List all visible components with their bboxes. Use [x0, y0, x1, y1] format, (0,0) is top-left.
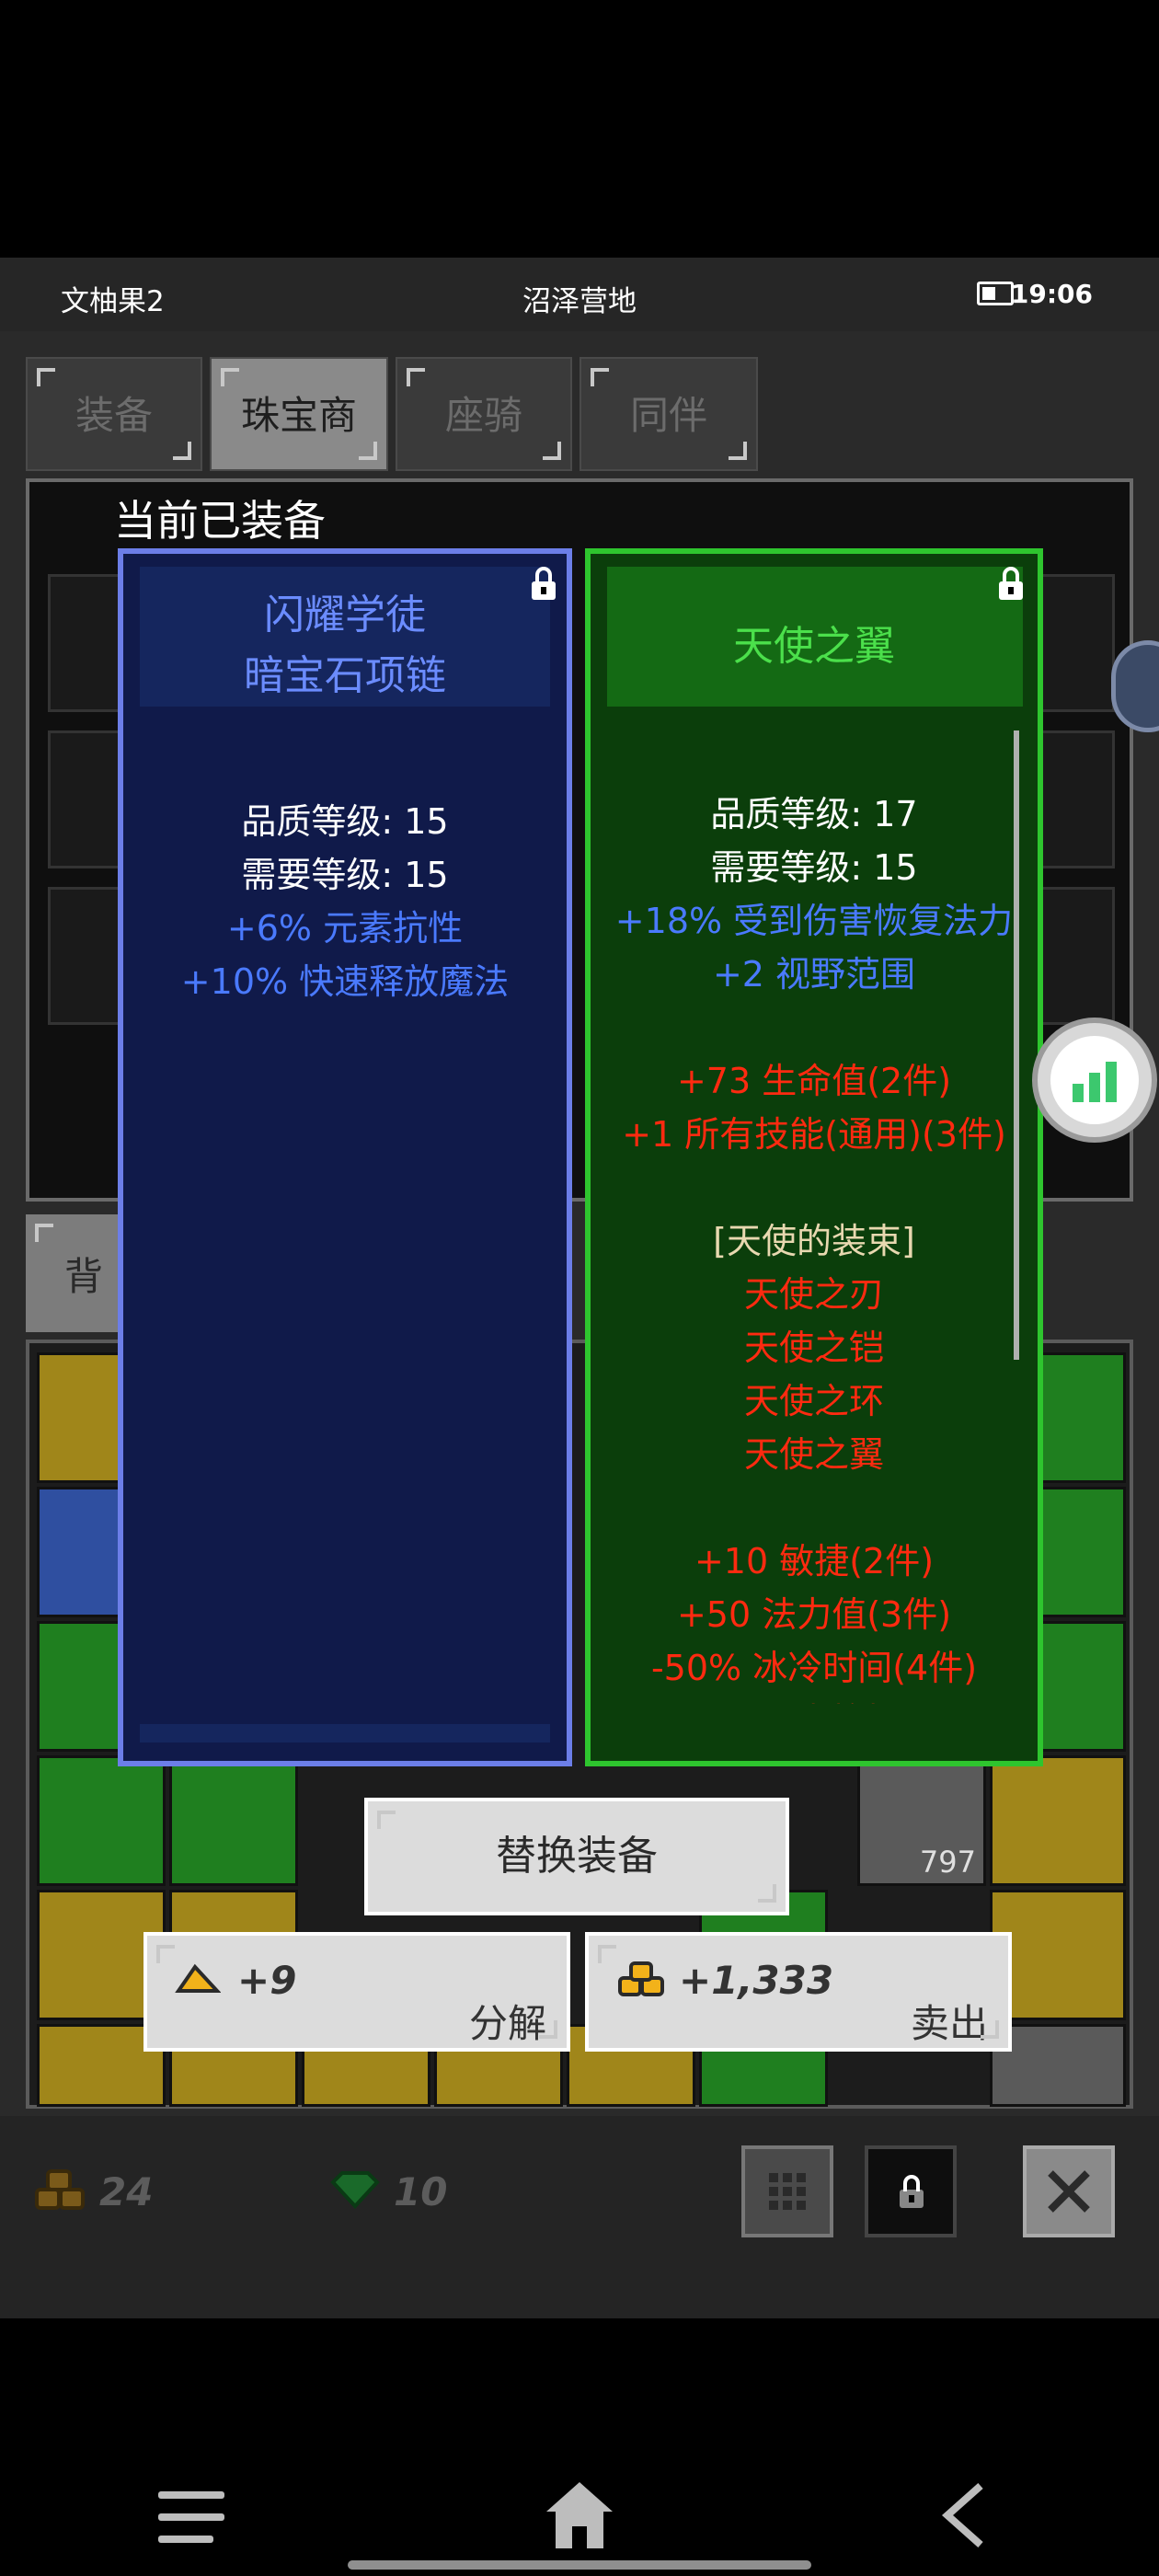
status-time: 19:06 — [1010, 279, 1093, 309]
tab-label: 同伴 — [629, 393, 707, 438]
scrollbar[interactable] — [1014, 730, 1019, 1360]
tab-mount[interactable]: 座骑 — [396, 357, 572, 471]
battery-icon — [977, 282, 1014, 305]
chart-button-inner — [1050, 1036, 1139, 1124]
floating-assistant-button[interactable] — [1111, 640, 1159, 732]
close-icon — [1048, 2170, 1090, 2213]
tab-equipment[interactable]: 装备 — [26, 357, 202, 471]
tab-label: 座骑 — [444, 393, 522, 438]
stat-line: +1 所有技能(通用)(3件) — [622, 1114, 1006, 1155]
gem-count: 10 — [394, 2169, 448, 2214]
dismantle-value: +9 — [237, 1958, 297, 2003]
status-bar: 文柚果2 沼泽营地 19:06 — [0, 258, 1159, 331]
inventory-cell[interactable] — [37, 1755, 166, 1886]
gold-coins-icon — [618, 1961, 664, 1996]
floating-chart-button[interactable] — [1032, 1018, 1157, 1143]
inventory-cell[interactable] — [169, 1755, 298, 1886]
stat-spacer — [591, 1161, 1038, 1214]
tab-companion[interactable]: 同伴 — [580, 357, 758, 471]
home-indicator[interactable] — [348, 2560, 811, 2570]
stat-line: +73 生命值(2件) — [676, 1061, 952, 1101]
stat-line: +6% 元素抗性 — [226, 908, 464, 949]
item-name: 天使之翼 — [733, 623, 895, 670]
stat-spacer — [591, 1481, 1038, 1535]
gold-pile-icon — [175, 1963, 221, 1993]
close-button[interactable] — [1023, 2145, 1115, 2237]
home-icon[interactable] — [543, 2478, 616, 2552]
equipped-item-tooltip: 闪耀学徒 暗宝石项链 品质等级: 15 需要等级: 15 +6% 元素抗性 +1… — [118, 548, 572, 1766]
stack-count: 797 — [919, 1845, 976, 1880]
stat-line: +10 敏捷(2件) — [694, 1541, 935, 1581]
gold-count: 24 — [99, 2169, 154, 2214]
inventory-cell[interactable] — [990, 1755, 1126, 1886]
stat-spacer — [591, 1001, 1038, 1054]
grid-view-button[interactable] — [741, 2145, 833, 2237]
tab-label: 装备 — [75, 393, 153, 438]
item-stats: 品质等级: 15 需要等级: 15 +6% 元素抗性 +10% 快速释放魔法 — [123, 795, 567, 1008]
stat-line: +10% 快速释放魔法 — [180, 961, 510, 1002]
set-piece: 天使之铠 — [743, 1328, 884, 1368]
replace-label: 替换装备 — [496, 1833, 658, 1880]
resource-bar: 24 10 — [0, 2116, 1159, 2318]
sell-value: +1,333 — [679, 1958, 834, 2003]
lock-toggle-button[interactable] — [865, 2145, 957, 2237]
lock-icon — [900, 2175, 924, 2208]
item-name-line1: 闪耀学徒 — [264, 592, 426, 638]
dismantle-label: 分解 — [468, 2001, 546, 2046]
stat-line: 需要等级: 15 — [241, 855, 449, 895]
stat-line: 品质等级: 15 — [241, 801, 449, 842]
stat-line: +2 视野范围 — [712, 954, 916, 995]
stat-line: -50% 冰冷时间(4件) — [650, 1648, 978, 1688]
panel-footer — [140, 1724, 550, 1742]
grid-icon — [769, 2173, 806, 2210]
inventory-tab-label: 背 — [64, 1254, 104, 1299]
set-piece: 天使之刃 — [743, 1274, 884, 1315]
current-equipped-label: 当前已装备 — [114, 496, 326, 546]
chart-icon — [1073, 1062, 1117, 1102]
selected-item-tooltip: 天使之翼 品质等级: 17 需要等级: 15 +18% 受到伤害恢复法力 +2 … — [585, 548, 1043, 1766]
set-piece: 天使之环 — [743, 1381, 884, 1421]
item-stats[interactable]: 品质等级: 17 需要等级: 15 +18% 受到伤害恢复法力 +2 视野范围 … — [591, 788, 1038, 1708]
sell-button[interactable]: +1,333 卖出 — [585, 1932, 1012, 2052]
set-name: [天使的装束] — [713, 1221, 915, 1261]
back-icon[interactable] — [938, 2480, 990, 2550]
gem-icon — [330, 2171, 380, 2209]
stat-line: +50 法力值(3件) — [676, 1594, 952, 1635]
lock-icon[interactable] — [532, 567, 556, 600]
menu-icon[interactable] — [156, 2488, 226, 2547]
dismantle-button[interactable]: +9 分解 — [143, 1932, 570, 2052]
navigation-bar — [0, 2318, 1159, 2576]
lock-icon[interactable] — [999, 567, 1023, 600]
stat-line: +18% 受到伤害恢复法力 — [614, 901, 1014, 941]
inventory-cell[interactable]: 797 — [857, 1755, 986, 1886]
gold-icon — [35, 2169, 85, 2210]
stat-line: 需要等级: 15 — [710, 847, 918, 888]
item-name-line2: 暗宝石项链 — [244, 652, 446, 699]
stat-line: 品质等级: 17 — [710, 794, 918, 834]
tab-label: 珠宝商 — [240, 393, 357, 438]
replace-equipment-button[interactable]: 替换装备 — [364, 1798, 789, 1915]
set-piece: 天使之翼 — [743, 1434, 884, 1475]
sell-label: 卖出 — [910, 2001, 988, 2046]
tab-jeweler[interactable]: 珠宝商 — [210, 357, 388, 471]
panel-footer — [607, 1704, 1023, 1748]
